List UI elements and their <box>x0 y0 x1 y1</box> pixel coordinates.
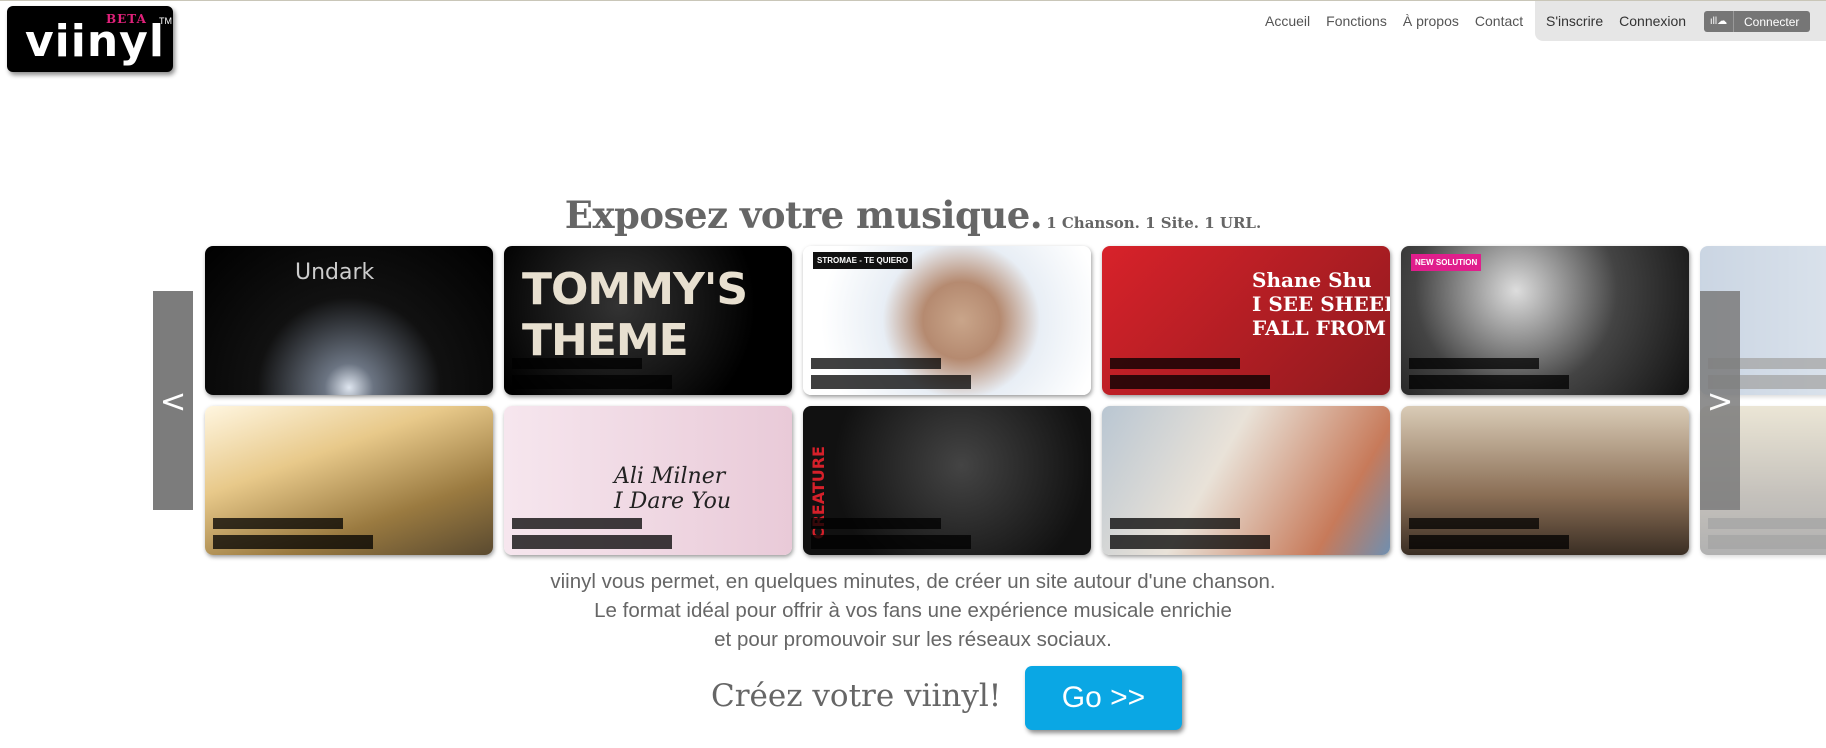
hero-title: Exposez votre musique. <box>564 193 1043 237</box>
hero-tagline: 1 Chanson. 1 Site. 1 URL. <box>1046 214 1262 232</box>
thumbnail-menu-bar <box>1110 358 1240 369</box>
thumbnail-title: TOMMY'S THEME <box>522 264 748 366</box>
thumbnail-menu-bar <box>1409 358 1539 369</box>
thumbnail-menu-bar <box>512 358 642 369</box>
cta-text: Créez votre viinyl! <box>711 678 1002 714</box>
showcase-thumbnail[interactable]: CREATURE <box>803 406 1091 555</box>
nav-a-propos[interactable]: À propos <box>1403 13 1459 29</box>
beta-badge: BETA <box>106 12 147 26</box>
showcase-thumbnail[interactable] <box>205 406 493 555</box>
thumbnail-menu-bar <box>811 358 941 369</box>
thumbnail-menu-bar <box>512 518 642 529</box>
thumbnail-player-bar <box>811 535 971 549</box>
soundcloud-connect-button[interactable]: ıll☁ Connecter <box>1704 11 1810 32</box>
login-link[interactable]: Connexion <box>1619 13 1686 29</box>
showcase-thumbnail[interactable]: NEW SOLUTION <box>1401 246 1689 395</box>
thumbnail-title: Undark <box>295 260 375 285</box>
thumbnail-player-bar <box>811 375 971 389</box>
thumbnail-menu-bar <box>1409 518 1539 529</box>
main-nav: Accueil Fonctions À propos Contact <box>1265 13 1523 29</box>
thumbnail-player-bar <box>1409 375 1569 389</box>
thumbnail-menu-bar <box>811 518 941 529</box>
thumbnail-menu-bar <box>1110 518 1240 529</box>
thumbnail-menu-bar <box>1708 518 1826 529</box>
description: viinyl vous permet, en quelques minutes,… <box>0 567 1826 654</box>
go-button[interactable]: Go >> <box>1025 666 1182 730</box>
trademark: TM <box>159 16 172 26</box>
nav-fonctions[interactable]: Fonctions <box>1326 13 1387 29</box>
thumbnail-player-bar <box>1110 375 1270 389</box>
thumbnail-player-bar <box>213 535 373 549</box>
showcase-thumbnail[interactable]: TOMMY'S THEME <box>504 246 792 395</box>
thumbnail-player-bar <box>1409 535 1569 549</box>
soundcloud-icon: ıll☁ <box>1704 11 1734 32</box>
showcase-thumbnail[interactable] <box>1401 406 1689 555</box>
thumbnail-menu-bar <box>213 518 343 529</box>
showcase-thumbnail[interactable]: Undark <box>205 246 493 395</box>
nav-contact[interactable]: Contact <box>1475 13 1523 29</box>
signup-link[interactable]: S'inscrire <box>1546 13 1603 29</box>
nav-accueil[interactable]: Accueil <box>1265 13 1310 29</box>
showcase-thumbnail[interactable]: Ali Milner I Dare You <box>504 406 792 555</box>
account-panel: S'inscrire Connexion ıll☁ Connecter <box>1535 1 1826 41</box>
thumbnail-player-bar <box>1110 535 1270 549</box>
thumbnail-player-bar <box>1708 535 1826 549</box>
description-line: viinyl vous permet, en quelques minutes,… <box>550 570 1276 593</box>
thumbnail-player-bar <box>512 375 672 389</box>
showcase-thumbnail[interactable] <box>1102 406 1390 555</box>
thumbnail-title: Shane Shu I SEE SHEEP FALL FROM THE SKY <box>1252 268 1390 340</box>
description-line: Le format idéal pour offrir à vos fans u… <box>594 599 1232 622</box>
thumbnail-player-bar <box>512 535 672 549</box>
connect-label: Connecter <box>1744 14 1800 29</box>
carousel-next-button[interactable]: > <box>1700 291 1740 510</box>
thumbnail-title: STROMAE - TE QUIERO <box>813 252 913 269</box>
showcase-thumbnail[interactable]: STROMAE - TE QUIERO <box>803 246 1091 395</box>
carousel-prev-button[interactable]: < <box>153 291 193 510</box>
description-line: et pour promouvoir sur les réseaux socia… <box>714 628 1112 651</box>
hero-heading: Exposez votre musique. 1 Chanson. 1 Site.… <box>0 193 1826 237</box>
viinyl-logo[interactable]: viinyl BETA TM <box>7 6 173 72</box>
showcase-thumbnail[interactable]: Shane Shu I SEE SHEEP FALL FROM THE SKY <box>1102 246 1390 395</box>
thumbnail-title: Ali Milner I Dare You <box>614 464 731 514</box>
thumbnail-title: NEW SOLUTION <box>1411 254 1482 271</box>
